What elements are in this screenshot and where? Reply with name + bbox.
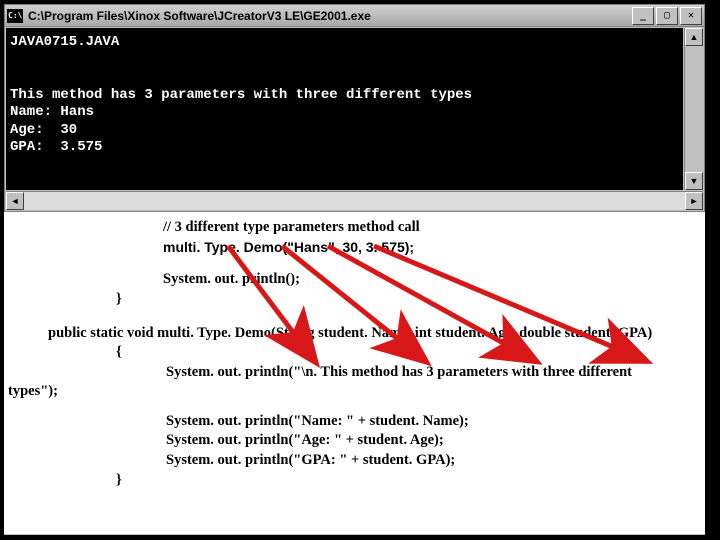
code-method-signature: public static void multi. Type. Demo(Str… [8,324,701,344]
code-method-call: multi. Type. Demo("Hans", 30, 3. 575); [8,238,701,257]
window-title: C:\Program Files\Xinox Software\JCreator… [28,9,632,23]
code-panel: // 3 different type parameters method ca… [4,212,705,534]
scroll-track[interactable] [24,192,685,210]
console-line: GPA: 3.575 [10,139,102,155]
scroll-up-icon[interactable]: ▲ [685,28,703,46]
vertical-scrollbar[interactable]: ▲ ▼ [684,28,703,190]
console-window: C:\Program Files\Xinox Software\JCreator… [4,4,705,212]
code-line: System. out. println(); [8,270,701,290]
code-line: System. out. println("GPA: " + student. … [8,451,701,471]
window-buttons: _ ▢ ✕ [632,7,702,25]
titlebar: C:\Program Files\Xinox Software\JCreator… [5,5,704,27]
minimize-button[interactable]: _ [632,7,654,25]
console-line: JAVA0715.JAVA [10,34,119,50]
code-brace: } [8,471,701,491]
slide-frame: C:\Program Files\Xinox Software\JCreator… [2,2,707,537]
console-line: Name: Hans [10,104,94,120]
code-brace: } [8,290,701,310]
code-brace: { [8,343,701,363]
code-line-wrap: types"); [8,382,701,402]
code-line: System. out. println("\n. This method ha… [8,363,701,383]
maximize-button[interactable]: ▢ [656,7,678,25]
scroll-left-icon[interactable]: ◄ [6,192,24,210]
console-line: Age: 30 [10,122,77,138]
cmd-icon [7,9,23,23]
console-line: This method has 3 parameters with three … [10,87,472,103]
horizontal-scrollbar[interactable]: ◄ ► [6,191,703,210]
scroll-right-icon[interactable]: ► [685,192,703,210]
code-line: System. out. println("Age: " + student. … [8,431,701,451]
console-output: JAVA0715.JAVA This method has 3 paramete… [6,28,683,190]
code-comment: // 3 different type parameters method ca… [8,218,701,238]
scroll-down-icon[interactable]: ▼ [685,172,703,190]
close-button[interactable]: ✕ [680,7,702,25]
code-line: System. out. println("Name: " + student.… [8,412,701,432]
